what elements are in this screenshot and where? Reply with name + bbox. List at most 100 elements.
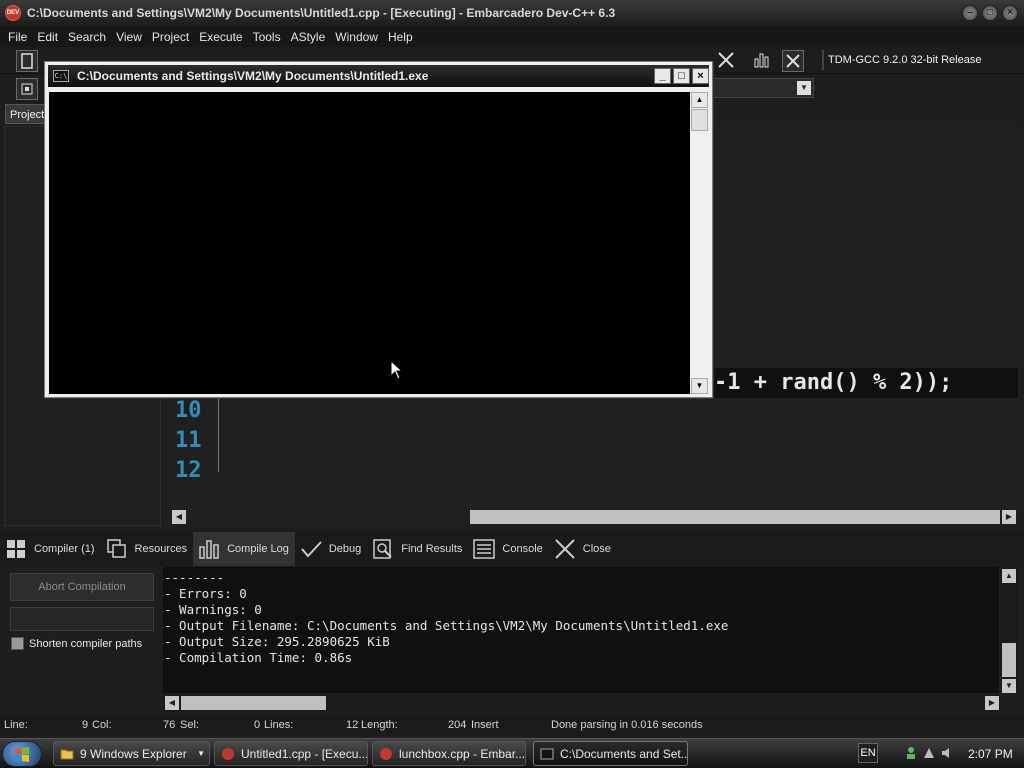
menu-edit[interactable]: Edit (32, 30, 63, 44)
function-list-dropdown[interactable]: ▼ (712, 78, 814, 98)
scroll-down-icon[interactable]: ▼ (691, 378, 708, 394)
menu-execute[interactable]: Execute (194, 30, 247, 44)
compiler-select[interactable]: TDM-GCC 9.2.0 32-bit Release (822, 50, 1022, 70)
status-sel-value: 0 (254, 719, 261, 731)
check-icon (301, 541, 322, 558)
scroll-thumb[interactable] (181, 696, 326, 710)
scroll-right-icon[interactable]: ▶ (985, 696, 999, 710)
abort-compilation-button[interactable]: Abort Compilation (10, 573, 154, 601)
log-line: - Warnings: 0 (164, 602, 262, 617)
tab-resources[interactable]: Resources (101, 532, 194, 566)
windows-taskbar: 9 Windows Explorer ▼ Untitled1.cpp - [Ex… (0, 738, 1024, 768)
scroll-up-icon[interactable]: ▲ (691, 92, 708, 108)
console-window: C:\ C:\Documents and Settings\VM2\My Doc… (44, 61, 713, 398)
scroll-thumb[interactable] (691, 109, 708, 131)
console-close-button[interactable]: × (692, 68, 709, 84)
delete-profile-icon[interactable] (782, 50, 804, 72)
new-file-icon[interactable] (16, 50, 38, 72)
fold-guide (218, 398, 224, 472)
find-icon (373, 539, 392, 559)
line-number: 12 (175, 458, 202, 483)
line-number: 10 (175, 398, 202, 423)
console-app-icon: C:\ (53, 70, 69, 82)
chevron-down-icon: ▼ (797, 81, 811, 95)
status-col-value: 76 (163, 719, 176, 731)
stop-execution-icon[interactable] (716, 50, 738, 72)
menu-astyle[interactable]: AStyle (286, 30, 331, 44)
user-status-icon[interactable] (904, 746, 918, 760)
tab-debug[interactable]: Debug (295, 532, 367, 566)
status-mode: Insert (471, 719, 499, 731)
minimize-button[interactable]: – (962, 5, 978, 21)
menu-tools[interactable]: Tools (248, 30, 286, 44)
menu-window[interactable]: Window (330, 30, 383, 44)
status-lines-label: Lines: (264, 719, 294, 731)
taskbar-item-explorer[interactable]: 9 Windows Explorer ▼ (53, 741, 210, 766)
taskbar-item-console[interactable]: C:\Documents and Set... (533, 741, 688, 766)
tab-close[interactable]: Close (549, 532, 617, 566)
menu-help[interactable]: Help (383, 30, 418, 44)
log-vertical-scrollbar[interactable]: ▲ ▼ (1000, 567, 1018, 693)
console-minimize-button[interactable]: _ (654, 68, 671, 84)
scroll-right-icon[interactable]: ▶ (1002, 510, 1016, 524)
shorten-paths-option[interactable]: Shorten compiler paths (11, 637, 142, 650)
status-lines-value: 12 (346, 719, 359, 731)
volume-icon[interactable] (940, 746, 954, 760)
log-line: - Compilation Time: 0.86s (164, 650, 353, 665)
tab-compiler[interactable]: Compiler (1) (0, 532, 101, 566)
console-maximize-button[interactable]: □ (673, 68, 690, 84)
line-number: 11 (175, 428, 202, 453)
bottom-panel-tabs: Compiler (1) Resources Compile Log Debug… (0, 531, 1024, 567)
status-bar: Line: 9 Col: 76 Sel: 0 Lines: 12 Length:… (0, 716, 1024, 736)
log-line: - Output Filename: C:\Documents and Sett… (164, 618, 729, 633)
close-icon (555, 539, 575, 559)
status-col-label: Col: (92, 719, 112, 731)
folder-icon (60, 749, 74, 759)
window-title: C:\Documents and Settings\VM2\My Documen… (27, 6, 616, 20)
windows-flag-icon (15, 747, 29, 762)
language-indicator[interactable]: EN (858, 743, 878, 763)
shorten-paths-label: Shorten compiler paths (29, 637, 143, 650)
devcpp-icon (380, 747, 392, 760)
menu-project[interactable]: Project (147, 30, 194, 44)
status-line-value: 9 (82, 719, 89, 731)
scroll-down-icon[interactable]: ▼ (1002, 679, 1016, 693)
insert-icon[interactable] (16, 78, 38, 100)
profile-chart-icon[interactable] (752, 50, 774, 72)
system-tray (904, 746, 954, 760)
start-button[interactable] (2, 741, 42, 767)
console-titlebar[interactable]: C:\ C:\Documents and Settings\VM2\My Doc… (48, 65, 709, 87)
menu-view[interactable]: View (111, 30, 147, 44)
scroll-left-icon[interactable]: ◀ (172, 510, 186, 524)
maximize-button[interactable]: □ (982, 5, 998, 21)
log-horizontal-scrollbar[interactable]: ◀ ▶ (163, 694, 1000, 712)
shorten-paths-checkbox[interactable] (11, 637, 24, 650)
code-line-fragment[interactable]: -1 + rand() % 2)); (712, 368, 1018, 398)
scroll-up-icon[interactable]: ▲ (1002, 569, 1016, 583)
scroll-left-icon[interactable]: ◀ (165, 696, 179, 710)
taskbar-item-untitled1[interactable]: Untitled1.cpp - [Execu... (214, 741, 368, 766)
devcpp-app-icon: DEV (5, 5, 21, 21)
log-line: - Errors: 0 (164, 586, 247, 601)
taskbar-clock[interactable]: 2:07 PM (968, 747, 1013, 761)
tab-compile-log[interactable]: Compile Log (193, 532, 295, 566)
editor-horizontal-scrollbar[interactable]: ◀ ▶ (170, 509, 1018, 525)
taskbar-item-lunchbox[interactable]: lunchbox.cpp - Embar... (372, 741, 526, 766)
menu-search[interactable]: Search (63, 30, 111, 44)
scroll-thumb[interactable] (1002, 643, 1016, 677)
menu-file[interactable]: File (3, 30, 32, 44)
tab-console[interactable]: Console (468, 532, 548, 566)
console-output-area[interactable] (49, 92, 690, 394)
compile-log-output[interactable]: -------- - Errors: 0 - Warnings: 0 - Out… (163, 567, 999, 693)
console-title: C:\Documents and Settings\VM2\My Documen… (77, 69, 429, 83)
chevron-down-icon: ▼ (197, 749, 205, 758)
scroll-thumb[interactable] (470, 510, 1000, 524)
console-vertical-scrollbar[interactable]: ▲ ▼ (691, 92, 708, 394)
network-icon[interactable] (922, 746, 936, 760)
menu-bar: File Edit Search View Project Execute To… (0, 26, 1024, 47)
chart-icon (199, 540, 219, 559)
compile-progress-bar (10, 607, 154, 631)
close-window-button[interactable]: × (1002, 5, 1018, 21)
resources-icon (106, 539, 126, 558)
tab-find-results[interactable]: Find Results (367, 532, 468, 566)
